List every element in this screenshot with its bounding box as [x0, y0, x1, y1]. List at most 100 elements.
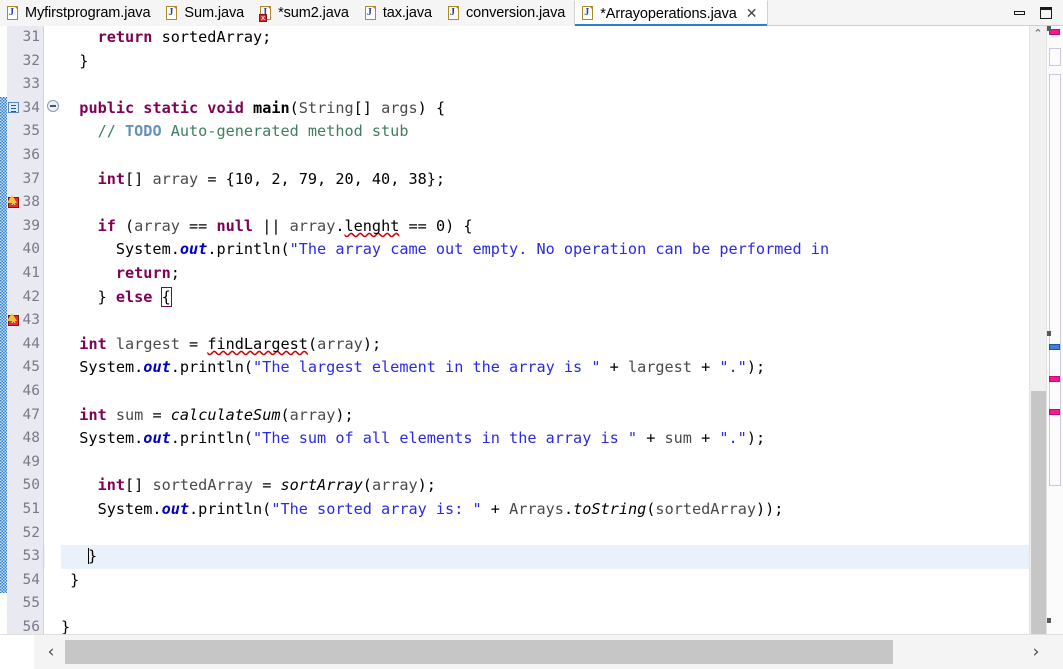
java-file-error-icon: J x — [259, 5, 273, 22]
code-line-43[interactable] — [61, 309, 1029, 333]
code-line-40[interactable]: System.out.println("The array came out e… — [61, 238, 1029, 262]
line-number-35: 35 — [22, 123, 40, 140]
line-number-42: 42 — [22, 288, 40, 305]
tab-sum2-java[interactable]: J x *sum2.java — [253, 0, 358, 26]
java-file-icon: J — [7, 5, 20, 21]
line-number-38: 38 — [22, 194, 40, 211]
code-line-31[interactable]: return sortedArray; — [61, 26, 1029, 50]
ruler-error-marker[interactable] — [1049, 376, 1060, 382]
annotation-marker-column[interactable]: x x — [7, 26, 20, 634]
code-line-48[interactable]: System.out.println("The sum of all eleme… — [61, 427, 1029, 451]
todo-task-marker-icon[interactable] — [8, 102, 19, 113]
code-line-39[interactable]: if (array == null || array.lenght == 0) … — [61, 215, 1029, 239]
line-number-33: 33 — [22, 76, 40, 93]
tab-label: Sum.java — [184, 5, 245, 21]
code-line-45[interactable]: System.out.println("The largest element … — [61, 356, 1029, 380]
line-number-48: 48 — [22, 430, 40, 447]
vertical-scrollbar-thumb[interactable] — [1031, 391, 1046, 634]
line-number-40: 40 — [22, 241, 40, 258]
code-line-55[interactable] — [61, 592, 1029, 616]
line-number-32: 32 — [22, 52, 40, 69]
code-line-33[interactable] — [61, 73, 1029, 97]
code-line-32[interactable]: } — [61, 50, 1029, 74]
code-text-area[interactable]: return sortedArray; } public static void… — [61, 26, 1029, 634]
close-icon[interactable]: ✕ — [746, 7, 758, 21]
ruler-tick — [1047, 26, 1051, 31]
java-file-icon: J — [364, 5, 378, 21]
code-line-49[interactable] — [61, 451, 1029, 475]
tab-label: *sum2.java — [278, 5, 349, 21]
line-number-50: 50 — [22, 477, 40, 494]
tab-myfirstprogram-java[interactable]: J Myfirstprogram.java — [0, 0, 160, 26]
line-number-45: 45 — [22, 359, 40, 376]
code-line-35[interactable]: // TODO Auto-generated method stub — [61, 120, 1029, 144]
line-number-34: 34 — [22, 99, 40, 116]
code-line-44[interactable]: int largest = findLargest(array); — [61, 333, 1029, 357]
tab-sum-java[interactable]: J Sum.java — [159, 0, 254, 26]
line-number-39: 39 — [22, 217, 40, 234]
code-line-42[interactable]: } else { — [61, 286, 1029, 310]
folding-column[interactable] — [45, 26, 61, 634]
tab-label: Myfirstprogram.java — [25, 5, 151, 21]
eclipse-java-editor-window: J Myfirstprogram.java J Sum.java J x *su… — [0, 0, 1063, 669]
scroll-right-icon[interactable]: › — [1023, 640, 1049, 664]
code-line-53[interactable]: } — [61, 545, 1029, 569]
minimize-icon[interactable] — [1013, 6, 1027, 20]
tab-label: tax.java — [382, 5, 432, 21]
maximize-icon[interactable] — [1039, 6, 1053, 20]
ruler-region-box — [1049, 48, 1061, 66]
scroll-up-icon[interactable]: ⌃ — [1030, 26, 1046, 42]
vertical-scrollbar[interactable]: ⌃ — [1029, 26, 1046, 634]
line-number-37: 37 — [22, 170, 40, 187]
tab-arrayoperations-java[interactable]: J *Arrayoperations.java ✕ — [574, 0, 768, 26]
ruler-tick — [1047, 331, 1051, 336]
horizontal-scrollbar-thumb[interactable] — [65, 640, 893, 664]
code-line-37[interactable]: int[] array = {10, 2, 79, 20, 40, 38}; — [61, 168, 1029, 192]
code-line-46[interactable] — [61, 380, 1029, 404]
error-marker-icon-line-44[interactable]: x — [7, 313, 19, 326]
editor-tab-bar: J Myfirstprogram.java J Sum.java J x *su… — [0, 0, 1063, 26]
collapse-fold-icon[interactable] — [47, 100, 59, 112]
line-number-36: 36 — [22, 147, 40, 163]
line-number-ruler: 31 32 33 34 35 36 37 38 39 40 41 42 43 44 45 46 47 48 49 50… — [20, 26, 44, 634]
ruler-region-box — [1049, 74, 1061, 486]
tab-label: conversion.java — [465, 5, 566, 21]
line-number-46: 46 — [22, 383, 40, 399]
tab-label: *Arrayoperations.java — [600, 5, 737, 22]
overview-ruler[interactable] — [1046, 26, 1063, 634]
java-file-icon: J — [166, 5, 179, 21]
line-number-47: 47 — [22, 406, 40, 423]
line-number-31: 31 — [22, 29, 40, 45]
code-line-56[interactable]: } — [61, 616, 1029, 634]
code-line-41[interactable]: return; — [61, 262, 1029, 286]
tab-tax-java[interactable]: J tax.java — [357, 0, 441, 26]
ruler-error-marker[interactable] — [1049, 409, 1060, 415]
line-number-55: 55 — [22, 595, 40, 612]
java-file-icon: J — [447, 5, 461, 21]
error-marker-icon-line-39[interactable]: x — [7, 195, 19, 208]
line-number-53: 53 — [22, 548, 40, 565]
ruler-info-marker[interactable] — [1049, 344, 1060, 350]
code-line-52[interactable] — [61, 522, 1029, 546]
code-line-34[interactable]: public static void main(String[] args) { — [61, 97, 1029, 121]
line-number-54: 54 — [22, 571, 40, 588]
line-number-44: 44 — [22, 335, 40, 352]
ruler-tick — [1047, 618, 1051, 623]
code-editor[interactable]: x x 31 32 33 34 35 36 37 38 39 40 41 42 43 44 45 46 47 48… — [0, 26, 1063, 634]
code-line-36[interactable] — [61, 144, 1029, 168]
horizontal-scrollbar[interactable]: ‹ › — [0, 634, 1063, 669]
line-number-56: 56 — [22, 619, 40, 634]
line-number-43: 43 — [22, 312, 40, 329]
line-number-49: 49 — [22, 453, 40, 470]
change-bar — [0, 26, 7, 634]
scroll-left-icon[interactable]: ‹ — [38, 640, 64, 664]
tab-conversion-java[interactable]: J conversion.java — [440, 0, 575, 26]
scrollbar-corner — [0, 635, 34, 669]
code-line-38[interactable] — [61, 191, 1029, 215]
line-number-52: 52 — [22, 524, 40, 541]
code-line-47[interactable]: int sum = calculateSum(array); — [61, 404, 1029, 428]
code-line-50[interactable]: int[] sortedArray = sortArray(array); — [61, 474, 1029, 498]
line-number-41: 41 — [22, 265, 40, 281]
code-line-51[interactable]: System.out.println("The sorted array is:… — [61, 498, 1029, 522]
code-line-54[interactable]: } — [61, 569, 1029, 593]
